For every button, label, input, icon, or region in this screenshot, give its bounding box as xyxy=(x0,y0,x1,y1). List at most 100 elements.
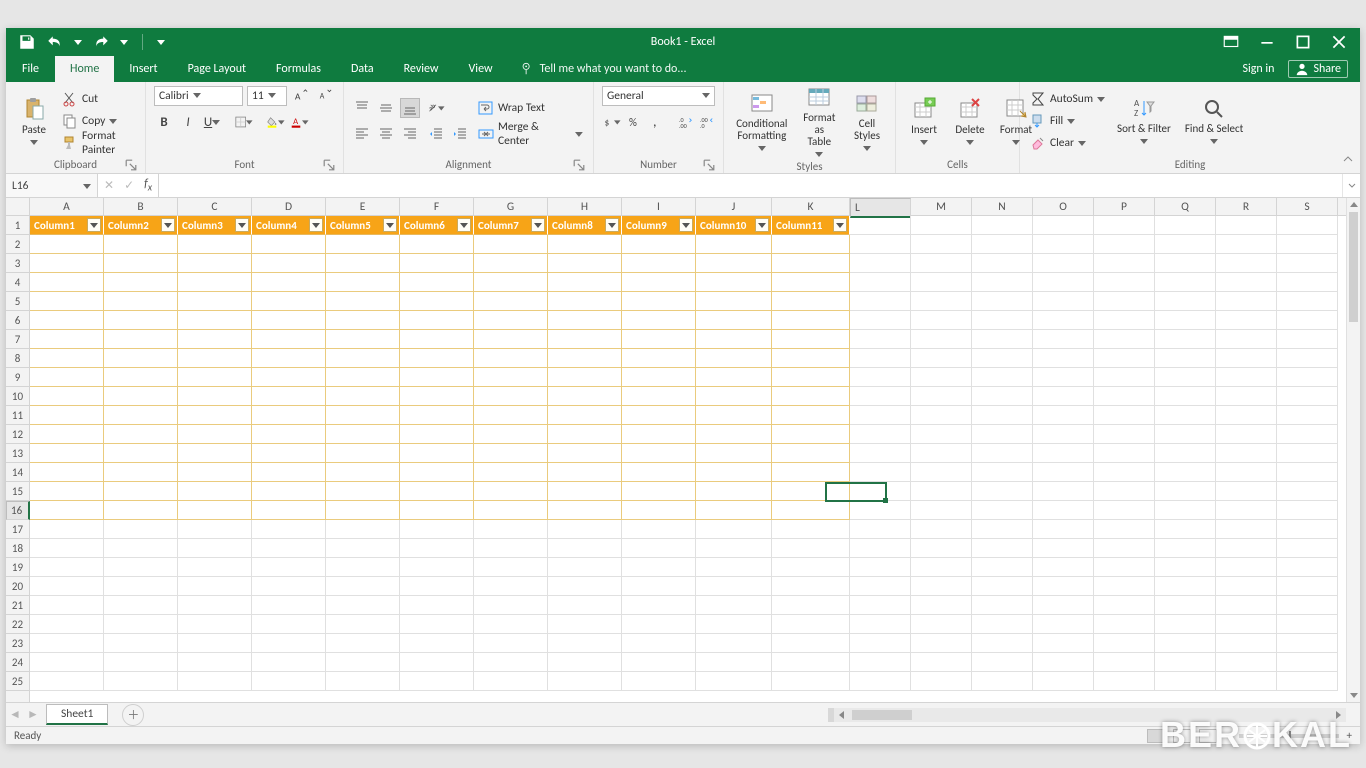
cell[interactable] xyxy=(972,311,1033,330)
cell[interactable] xyxy=(548,406,622,425)
cell[interactable] xyxy=(1033,653,1094,672)
orientation-icon[interactable]: ab xyxy=(426,98,446,118)
cell[interactable] xyxy=(1216,615,1277,634)
cell[interactable] xyxy=(772,273,850,292)
cell[interactable] xyxy=(1277,406,1338,425)
cell[interactable] xyxy=(1094,634,1155,653)
cell[interactable] xyxy=(474,463,548,482)
cell[interactable] xyxy=(178,406,252,425)
cell[interactable] xyxy=(178,273,252,292)
cell[interactable] xyxy=(1216,425,1277,444)
cell[interactable] xyxy=(696,672,772,691)
cell[interactable] xyxy=(252,444,326,463)
cell[interactable] xyxy=(972,235,1033,254)
cell[interactable] xyxy=(326,292,400,311)
cell[interactable] xyxy=(911,311,972,330)
cell[interactable] xyxy=(850,406,911,425)
customize-qat-icon[interactable] xyxy=(157,38,165,46)
cell[interactable] xyxy=(1277,539,1338,558)
cell[interactable] xyxy=(622,349,696,368)
cell[interactable] xyxy=(622,254,696,273)
cell[interactable] xyxy=(850,292,911,311)
cell[interactable] xyxy=(1216,596,1277,615)
cell[interactable] xyxy=(772,672,850,691)
cell[interactable] xyxy=(548,520,622,539)
cell[interactable] xyxy=(252,349,326,368)
cell[interactable] xyxy=(30,406,104,425)
cell[interactable] xyxy=(474,520,548,539)
cell[interactable]: Column11 xyxy=(772,216,850,235)
cell[interactable] xyxy=(1033,330,1094,349)
cell[interactable] xyxy=(772,558,850,577)
cell[interactable] xyxy=(326,406,400,425)
row-header[interactable]: 19 xyxy=(6,558,29,577)
filter-dropdown-icon[interactable] xyxy=(755,218,769,232)
column-header[interactable]: F xyxy=(400,198,474,215)
maximize-icon[interactable] xyxy=(1294,33,1312,51)
cell[interactable]: Column1 xyxy=(30,216,104,235)
font-color-button[interactable]: A xyxy=(290,112,310,132)
cell[interactable] xyxy=(400,406,474,425)
cell[interactable] xyxy=(772,349,850,368)
cell[interactable] xyxy=(696,596,772,615)
cell[interactable] xyxy=(1094,216,1155,235)
cell[interactable] xyxy=(911,273,972,292)
filter-dropdown-icon[interactable] xyxy=(833,218,847,232)
cell[interactable] xyxy=(326,311,400,330)
cell[interactable] xyxy=(1216,558,1277,577)
cell[interactable] xyxy=(474,292,548,311)
cell[interactable] xyxy=(696,425,772,444)
redo-dropdown-icon[interactable] xyxy=(120,38,128,46)
cell[interactable] xyxy=(252,501,326,520)
delete-cells-button[interactable]: Delete xyxy=(950,97,990,146)
cell[interactable] xyxy=(400,596,474,615)
cell[interactable] xyxy=(1094,520,1155,539)
cell[interactable] xyxy=(772,539,850,558)
column-header[interactable]: D xyxy=(252,198,326,215)
cell[interactable] xyxy=(622,463,696,482)
cell[interactable] xyxy=(911,501,972,520)
cell[interactable] xyxy=(1155,425,1216,444)
cell[interactable] xyxy=(548,539,622,558)
cell[interactable] xyxy=(911,216,972,235)
insert-cells-button[interactable]: Insert xyxy=(904,97,944,146)
cell[interactable] xyxy=(474,273,548,292)
format-painter-button[interactable]: Format Painter xyxy=(60,133,137,153)
cell[interactable] xyxy=(1216,463,1277,482)
cell[interactable] xyxy=(252,596,326,615)
cell[interactable] xyxy=(850,653,911,672)
cell[interactable] xyxy=(772,292,850,311)
scroll-up-icon[interactable] xyxy=(1347,198,1360,212)
cell[interactable] xyxy=(548,615,622,634)
cell[interactable] xyxy=(622,311,696,330)
scroll-right-icon[interactable] xyxy=(1330,708,1346,722)
cell[interactable] xyxy=(252,235,326,254)
cell[interactable] xyxy=(1216,273,1277,292)
cell[interactable] xyxy=(30,292,104,311)
cell[interactable] xyxy=(772,520,850,539)
cell[interactable] xyxy=(1033,482,1094,501)
cell[interactable] xyxy=(772,577,850,596)
cell[interactable] xyxy=(326,254,400,273)
cell[interactable] xyxy=(400,634,474,653)
cell[interactable] xyxy=(1155,216,1216,235)
cell[interactable] xyxy=(972,596,1033,615)
cell[interactable] xyxy=(972,368,1033,387)
cell[interactable] xyxy=(548,501,622,520)
fill-button[interactable]: Fill xyxy=(1028,111,1107,131)
cell[interactable] xyxy=(1277,558,1338,577)
page-break-view-icon[interactable] xyxy=(1199,729,1217,743)
cell[interactable] xyxy=(1216,653,1277,672)
cell[interactable] xyxy=(400,463,474,482)
cell[interactable] xyxy=(474,444,548,463)
cell[interactable] xyxy=(1155,558,1216,577)
cell[interactable] xyxy=(104,254,178,273)
cell[interactable] xyxy=(1155,596,1216,615)
cell[interactable] xyxy=(1033,235,1094,254)
cell[interactable] xyxy=(548,558,622,577)
row-header[interactable]: 5 xyxy=(6,292,29,311)
cell[interactable] xyxy=(326,330,400,349)
row-header[interactable]: 25 xyxy=(6,672,29,691)
decrease-indent-icon[interactable] xyxy=(426,124,446,144)
cell[interactable] xyxy=(1277,653,1338,672)
